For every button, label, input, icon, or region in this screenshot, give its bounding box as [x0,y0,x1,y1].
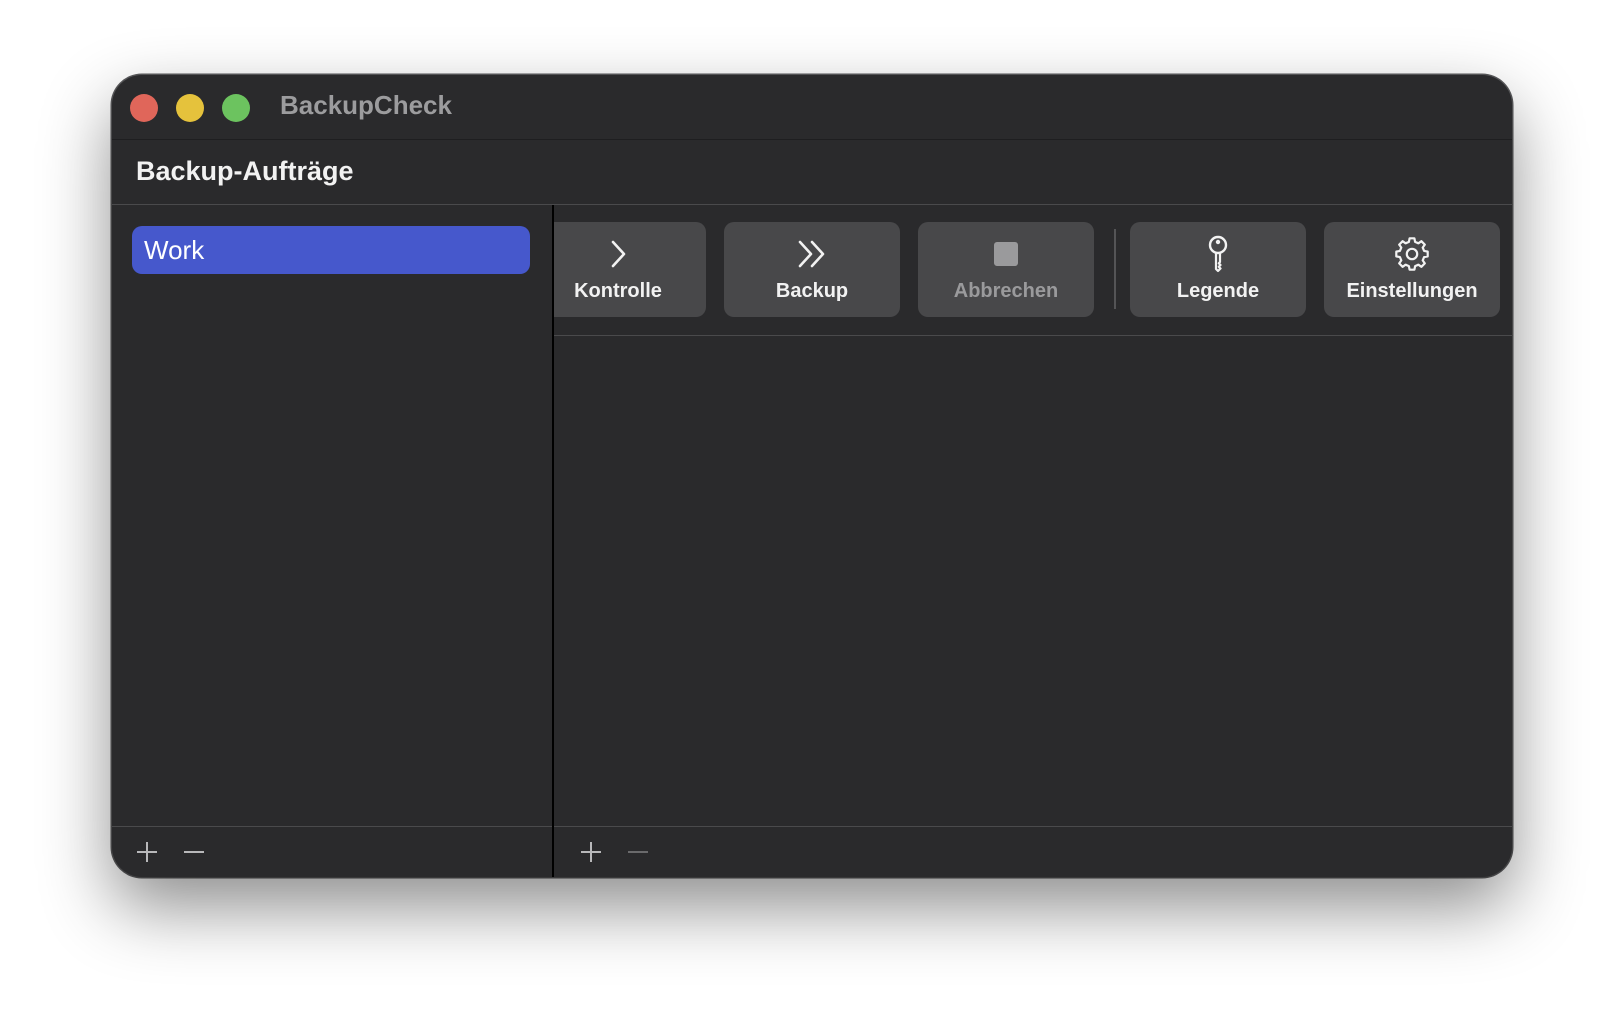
chevron-right-icon [554,234,706,274]
title-bar: BackupCheck [112,75,1512,140]
plus-icon [581,842,601,862]
zoom-window-button[interactable] [222,94,250,122]
legende-button[interactable]: Legende [1130,222,1306,317]
section-title: Backup-Aufträge [136,156,354,186]
main-content: Kontrolle Backup Abbrechen Legende Einst… [554,205,1512,877]
app-title: BackupCheck [280,90,452,120]
gear-icon [1324,234,1500,274]
double-chevron-right-icon [724,234,900,274]
close-window-button[interactable] [130,94,158,122]
abbrechen-label: Abbrechen [953,280,1059,302]
key-icon [1130,234,1306,274]
remove-item-button[interactable] [623,837,653,867]
section-header: Backup-Aufträge [112,140,1512,205]
remove-job-button[interactable] [179,837,209,867]
sidebar-footer [112,826,552,877]
kontrolle-label: Kontrolle [574,280,662,302]
sidebar-item-label: Work [144,235,205,265]
kontrolle-button[interactable]: Kontrolle [554,222,706,317]
minus-icon [184,851,204,853]
content-footer [554,826,1512,877]
legende-label: Legende [1176,280,1260,302]
einstellungen-button[interactable]: Einstellungen [1324,222,1500,317]
stop-icon [918,234,1094,274]
backup-button[interactable]: Backup [724,222,900,317]
add-item-button[interactable] [576,837,606,867]
plus-icon [137,842,157,862]
abbrechen-button[interactable]: Abbrechen [918,222,1094,317]
einstellungen-label: Einstellungen [1346,280,1478,302]
toolbar-separator [1114,229,1116,309]
backup-label: Backup [775,280,849,302]
minimize-window-button[interactable] [176,94,204,122]
minus-icon [628,851,648,853]
sidebar: Work [112,205,552,877]
sidebar-item-work[interactable]: Work [132,226,530,274]
toolbar: Kontrolle Backup Abbrechen Legende Einst… [554,205,1512,336]
app-window: BackupCheck Backup-Aufträge Work Kontrol… [112,75,1512,877]
add-job-button[interactable] [132,837,162,867]
